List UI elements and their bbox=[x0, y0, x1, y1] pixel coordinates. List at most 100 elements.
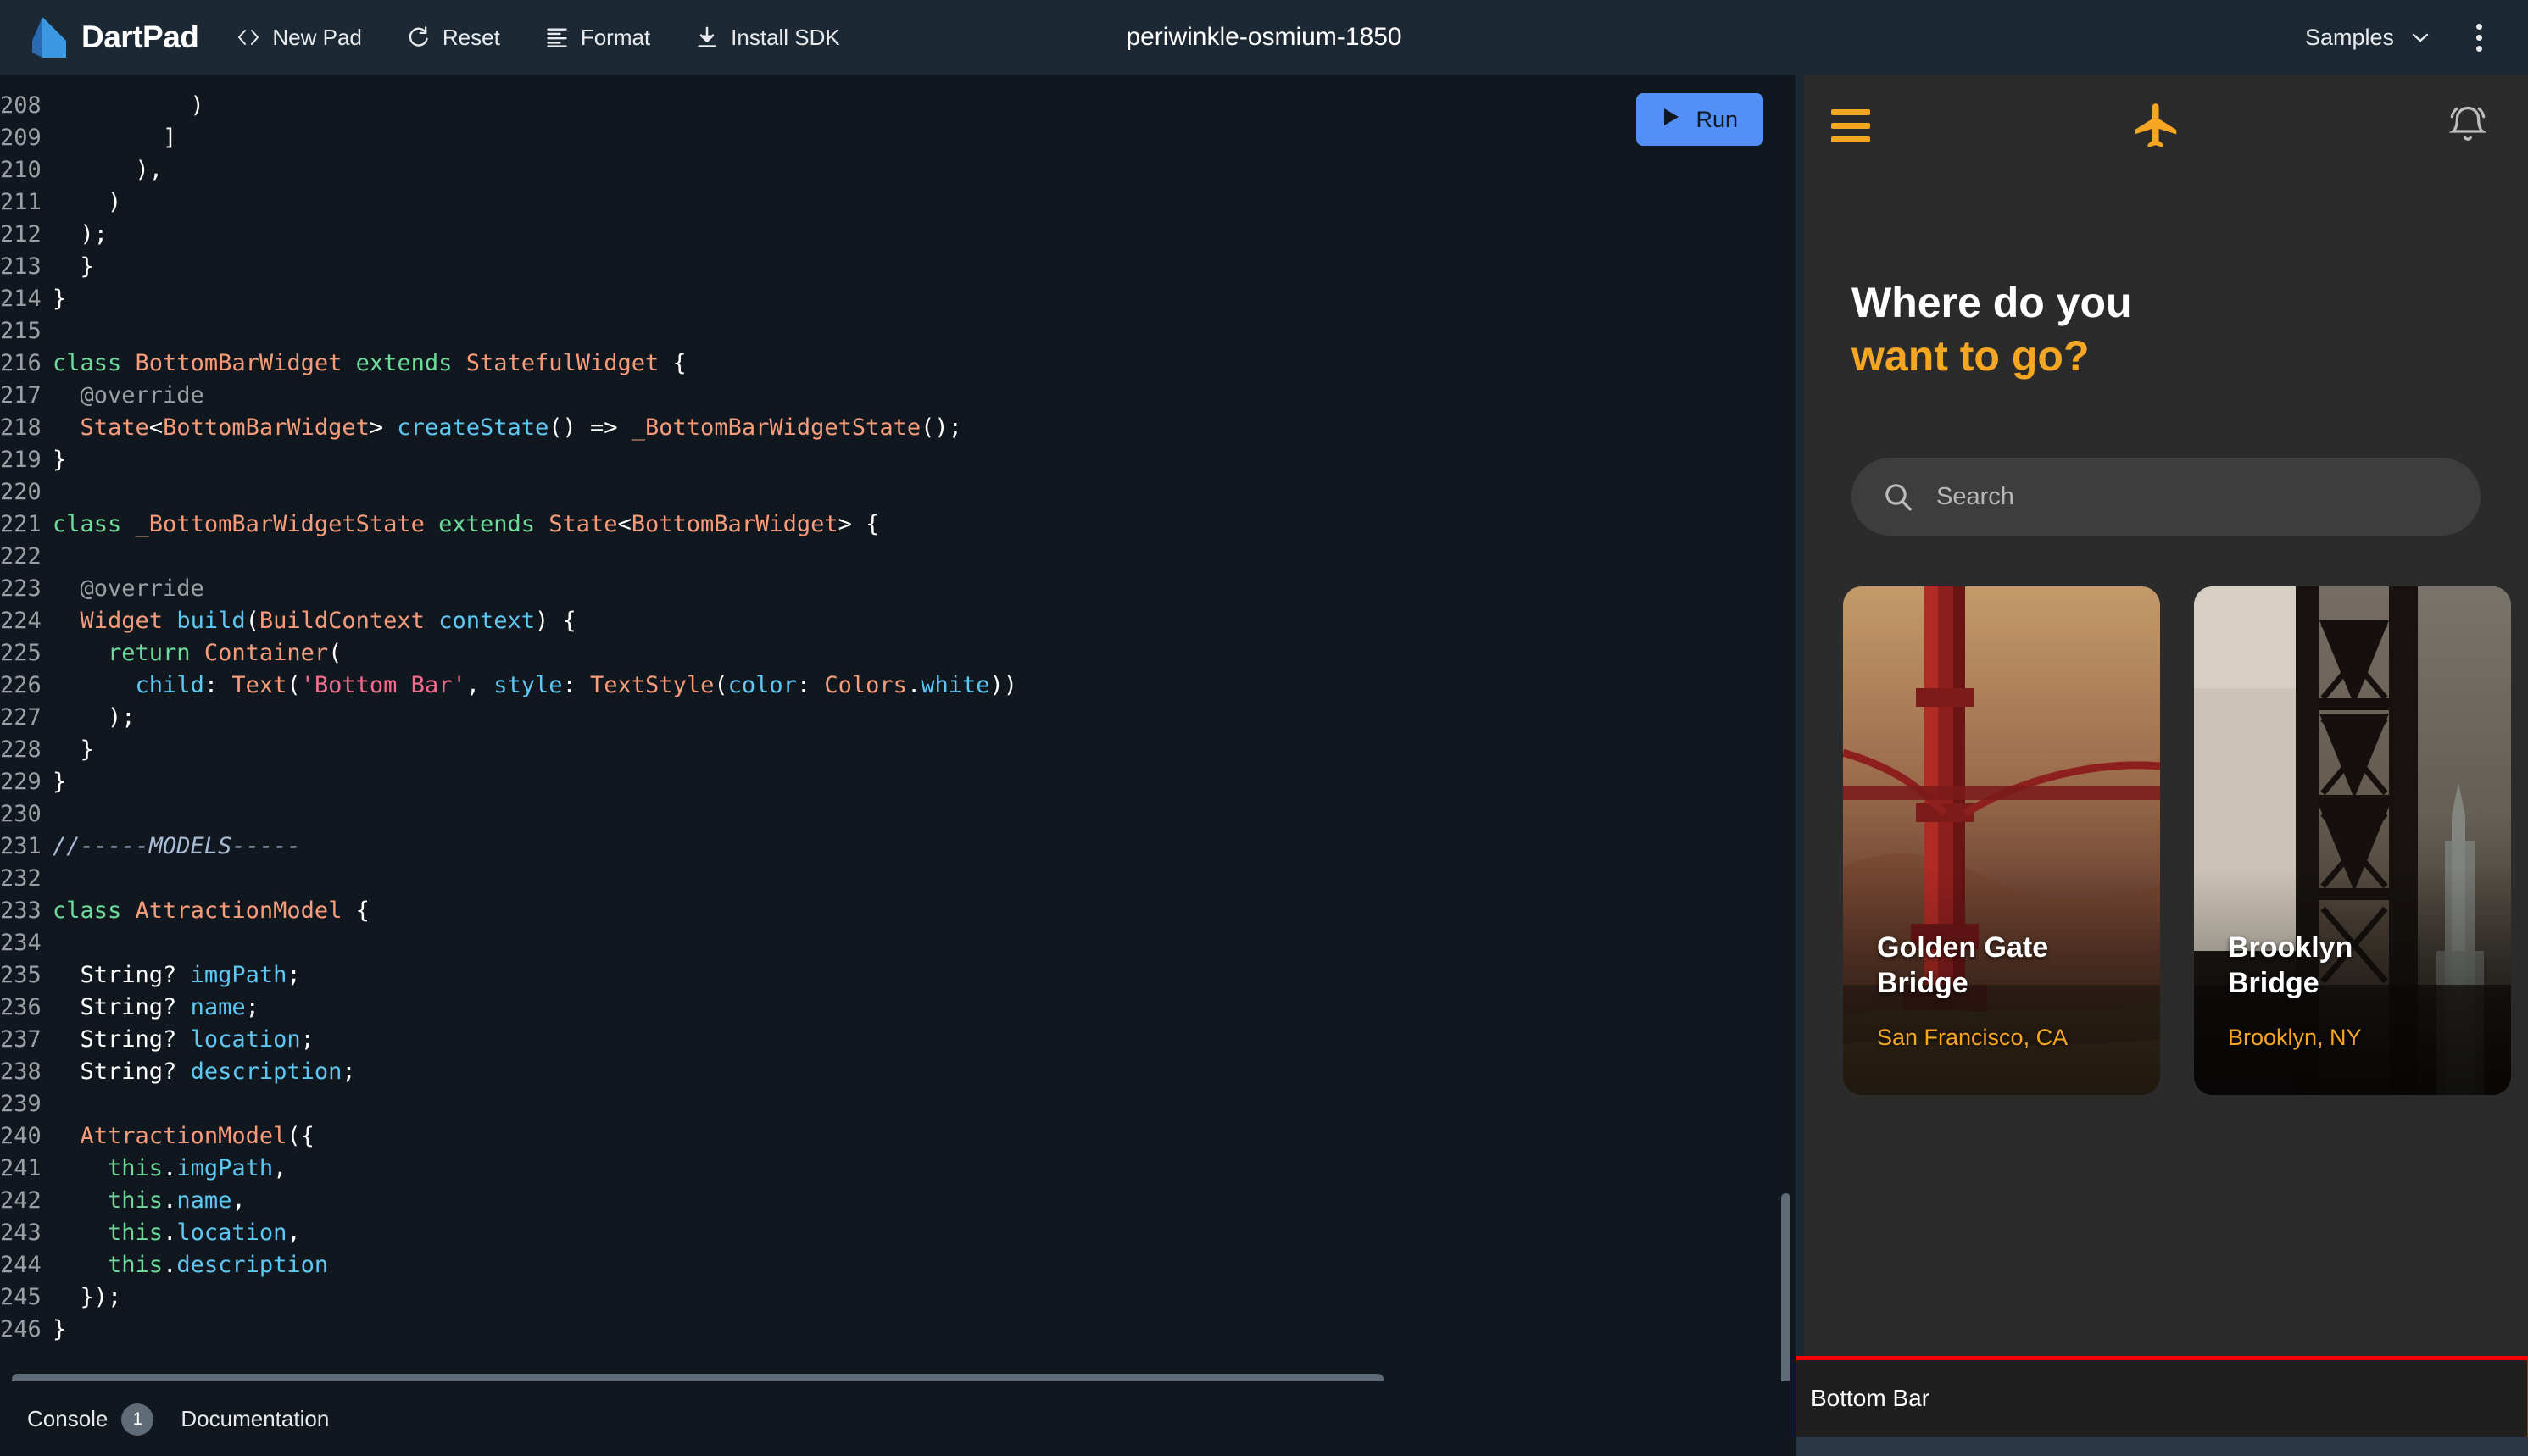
code-line: 226 child: Text('Bottom Bar', style: Tex… bbox=[0, 670, 1796, 702]
tab-documentation[interactable]: Documentation bbox=[181, 1406, 329, 1432]
line-source: } bbox=[53, 253, 94, 280]
more-vert-icon[interactable] bbox=[2455, 14, 2503, 61]
chevron-down-icon bbox=[2409, 25, 2431, 51]
code-line: 217 @override bbox=[0, 380, 1796, 412]
card-title-line-1: Brooklyn bbox=[2228, 931, 2353, 964]
code-brackets-icon bbox=[236, 25, 261, 50]
search-icon bbox=[1880, 479, 1916, 514]
install-sdk-label: Install SDK bbox=[731, 24, 840, 50]
tab-console[interactable]: Console 1 bbox=[27, 1403, 154, 1436]
code-line: 213 } bbox=[0, 251, 1796, 283]
code-line: 210 ), bbox=[0, 154, 1796, 186]
console-count-badge: 1 bbox=[121, 1403, 154, 1436]
line-source: class BottomBarWidget extends StatefulWi… bbox=[53, 350, 687, 376]
code-line: 238 String? description; bbox=[0, 1056, 1796, 1088]
card-title-line-2: Bridge bbox=[2228, 966, 2319, 999]
code-line: 228 } bbox=[0, 734, 1796, 766]
hamburger-menu-icon[interactable] bbox=[1831, 108, 1870, 142]
line-source: AttractionModel({ bbox=[80, 1123, 315, 1149]
reset-refresh-icon bbox=[406, 25, 432, 50]
line-number: 233 bbox=[0, 897, 42, 924]
line-source: //-----MODELS----- bbox=[53, 833, 301, 859]
line-source: return Container( bbox=[108, 640, 342, 666]
line-number: 224 bbox=[0, 608, 42, 634]
line-source: @override bbox=[53, 575, 204, 602]
line-source: this.location, bbox=[108, 1220, 301, 1246]
code-line: 243 this.location, bbox=[0, 1217, 1796, 1249]
line-source: String? imgPath; bbox=[53, 962, 301, 988]
play-triangle-icon bbox=[1662, 107, 1680, 133]
line-source bbox=[53, 1088, 66, 1120]
attraction-card[interactable]: Golden Gate Bridge San Francisco, CA bbox=[1843, 586, 2160, 1095]
samples-dropdown[interactable]: Samples bbox=[2293, 18, 2443, 58]
line-number: 231 bbox=[0, 833, 42, 859]
line-number: 237 bbox=[0, 1026, 42, 1053]
line-number: 222 bbox=[0, 543, 42, 570]
card-caption: Golden Gate Bridge San Francisco, CA bbox=[1877, 931, 2140, 1051]
line-number: 245 bbox=[0, 1284, 42, 1310]
line-number: 223 bbox=[0, 575, 42, 602]
line-number: 229 bbox=[0, 769, 42, 795]
documentation-label: Documentation bbox=[181, 1406, 330, 1431]
line-source: ); bbox=[53, 704, 136, 731]
brand: DartPad bbox=[31, 15, 199, 59]
line-number: 226 bbox=[0, 672, 42, 698]
install-sdk-button[interactable]: Install SDK bbox=[688, 19, 847, 56]
bell-icon[interactable] bbox=[2443, 101, 2492, 150]
line-source bbox=[53, 863, 66, 895]
code-scroll-area[interactable]: 208 ) 209 ] 210 ), 211 ) 212 ); 213 } 214} 215 … bbox=[0, 75, 1796, 1363]
code-line: 219} bbox=[0, 444, 1796, 476]
new-pad-button[interactable]: New Pad bbox=[229, 19, 369, 56]
search-input[interactable]: Search bbox=[1851, 458, 2481, 536]
search-placeholder: Search bbox=[1936, 482, 2014, 510]
line-number: 227 bbox=[0, 704, 42, 731]
pane-divider[interactable] bbox=[1796, 75, 1804, 1456]
code-line: 224 Widget build(BuildContext context) { bbox=[0, 605, 1796, 637]
line-number: 241 bbox=[0, 1155, 42, 1181]
code-line: 244 this.description bbox=[0, 1249, 1796, 1281]
code-line: 231 //-----MODELS----- bbox=[0, 831, 1796, 863]
code-line: 241 this.imgPath, bbox=[0, 1153, 1796, 1185]
line-number: 209 bbox=[0, 125, 42, 151]
code-line: 235 String? imgPath; bbox=[0, 959, 1796, 992]
document-title: periwinkle-osmium-1850 bbox=[1126, 23, 1402, 51]
line-source bbox=[53, 541, 66, 573]
line-number: 218 bbox=[0, 414, 42, 441]
reset-label: Reset bbox=[442, 24, 500, 50]
line-number: 243 bbox=[0, 1220, 42, 1246]
line-source: ), bbox=[53, 157, 164, 183]
card-title: Golden Gate Bridge bbox=[1877, 931, 2140, 1001]
line-number: 210 bbox=[0, 157, 42, 183]
preview-bottom-strip bbox=[1796, 1437, 2528, 1456]
code-line: 230 bbox=[0, 798, 1796, 831]
headline: Where do you want to go? bbox=[1851, 276, 2377, 383]
format-button[interactable]: Format bbox=[537, 19, 657, 56]
line-number: 212 bbox=[0, 221, 42, 247]
code-line: 245 }); bbox=[0, 1281, 1796, 1314]
line-source bbox=[53, 798, 66, 831]
line-source: }); bbox=[53, 1284, 122, 1310]
code-line: 229} bbox=[0, 766, 1796, 798]
line-number: 211 bbox=[0, 189, 42, 215]
code-line: 246} bbox=[0, 1314, 1796, 1346]
line-source: Widget build(BuildContext context) { bbox=[80, 608, 576, 634]
line-number: 234 bbox=[0, 930, 42, 956]
code-content[interactable]: 208 ) 209 ] 210 ), 211 ) 212 ); 213 } 214} 215 … bbox=[0, 75, 1796, 1346]
debug-outline bbox=[1796, 1356, 2528, 1441]
code-line: 236 String? name; bbox=[0, 992, 1796, 1024]
line-source: ); bbox=[53, 221, 109, 247]
reset-button[interactable]: Reset bbox=[399, 19, 507, 56]
line-source bbox=[53, 315, 66, 347]
line-source: this.imgPath, bbox=[108, 1155, 287, 1181]
code-line: 220 bbox=[0, 476, 1796, 508]
app-bar bbox=[1796, 75, 2528, 176]
editor-vertical-scrollbar[interactable] bbox=[1781, 1193, 1790, 1405]
code-line: 239 bbox=[0, 1088, 1796, 1120]
line-source: } bbox=[53, 736, 94, 763]
line-source bbox=[53, 927, 66, 959]
run-button[interactable]: Run bbox=[1636, 93, 1763, 146]
line-number: 208 bbox=[0, 92, 42, 119]
attraction-card[interactable]: Brooklyn Bridge Brooklyn, NY bbox=[2194, 586, 2511, 1095]
line-source: ] bbox=[53, 125, 177, 151]
code-line: 211 ) bbox=[0, 186, 1796, 219]
